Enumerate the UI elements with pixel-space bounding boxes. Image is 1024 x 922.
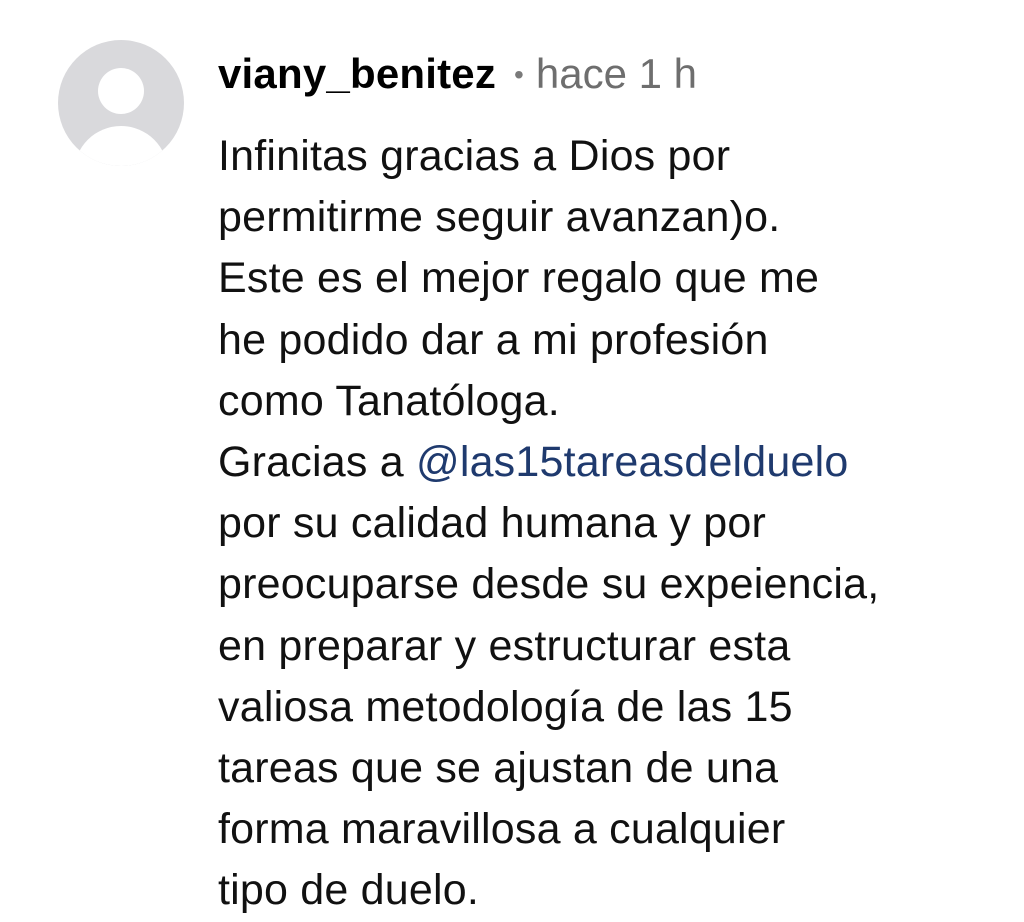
comment-line: he podido dar a mi profesión (218, 315, 769, 364)
comment-line: Infinitas gracias a Dios por (218, 132, 731, 180)
comment-line: tareas que se ajustan de una (218, 744, 779, 793)
separator-dot: • (514, 59, 524, 90)
avatar-head-shape (98, 68, 144, 114)
comment-header: viany_benitez • hace 1 h (218, 50, 697, 106)
default-user-avatar-icon[interactable] (58, 40, 184, 166)
username-link[interactable]: viany_benitez (218, 50, 496, 98)
comment-line-with-mention: Gracias a @las15tareasdelduelo (218, 432, 1018, 493)
comment-line: forma maravillosa a cualquier (218, 805, 786, 854)
mention-prefix: Gracias a (218, 438, 416, 487)
comment-line: en preparar y estructurar esta (218, 621, 791, 670)
comment-line: preocuparse desde su expeiencia, (218, 560, 880, 609)
timestamp: hace 1 h (535, 50, 697, 97)
avatar-shoulders-shape (74, 126, 168, 166)
comment: viany_benitez • hace 1 h Infinitas graci… (0, 0, 1024, 918)
comment-text: Infinitas gracias a Dios por permitirme … (218, 126, 1018, 922)
comment-line: tipo de duelo. (218, 866, 480, 915)
comment-line: como Tanatóloga. (218, 376, 560, 425)
comment-line: valiosa metodología de las 15 (218, 682, 793, 731)
comment-line: Este es el mejor regalo que me (218, 254, 820, 303)
mention-link[interactable]: @las15tareasdelduelo (416, 438, 849, 486)
comment-line: permitirme seguir avanzan)o. (218, 193, 781, 242)
comment-line: por su calidad humana y por (218, 499, 767, 548)
